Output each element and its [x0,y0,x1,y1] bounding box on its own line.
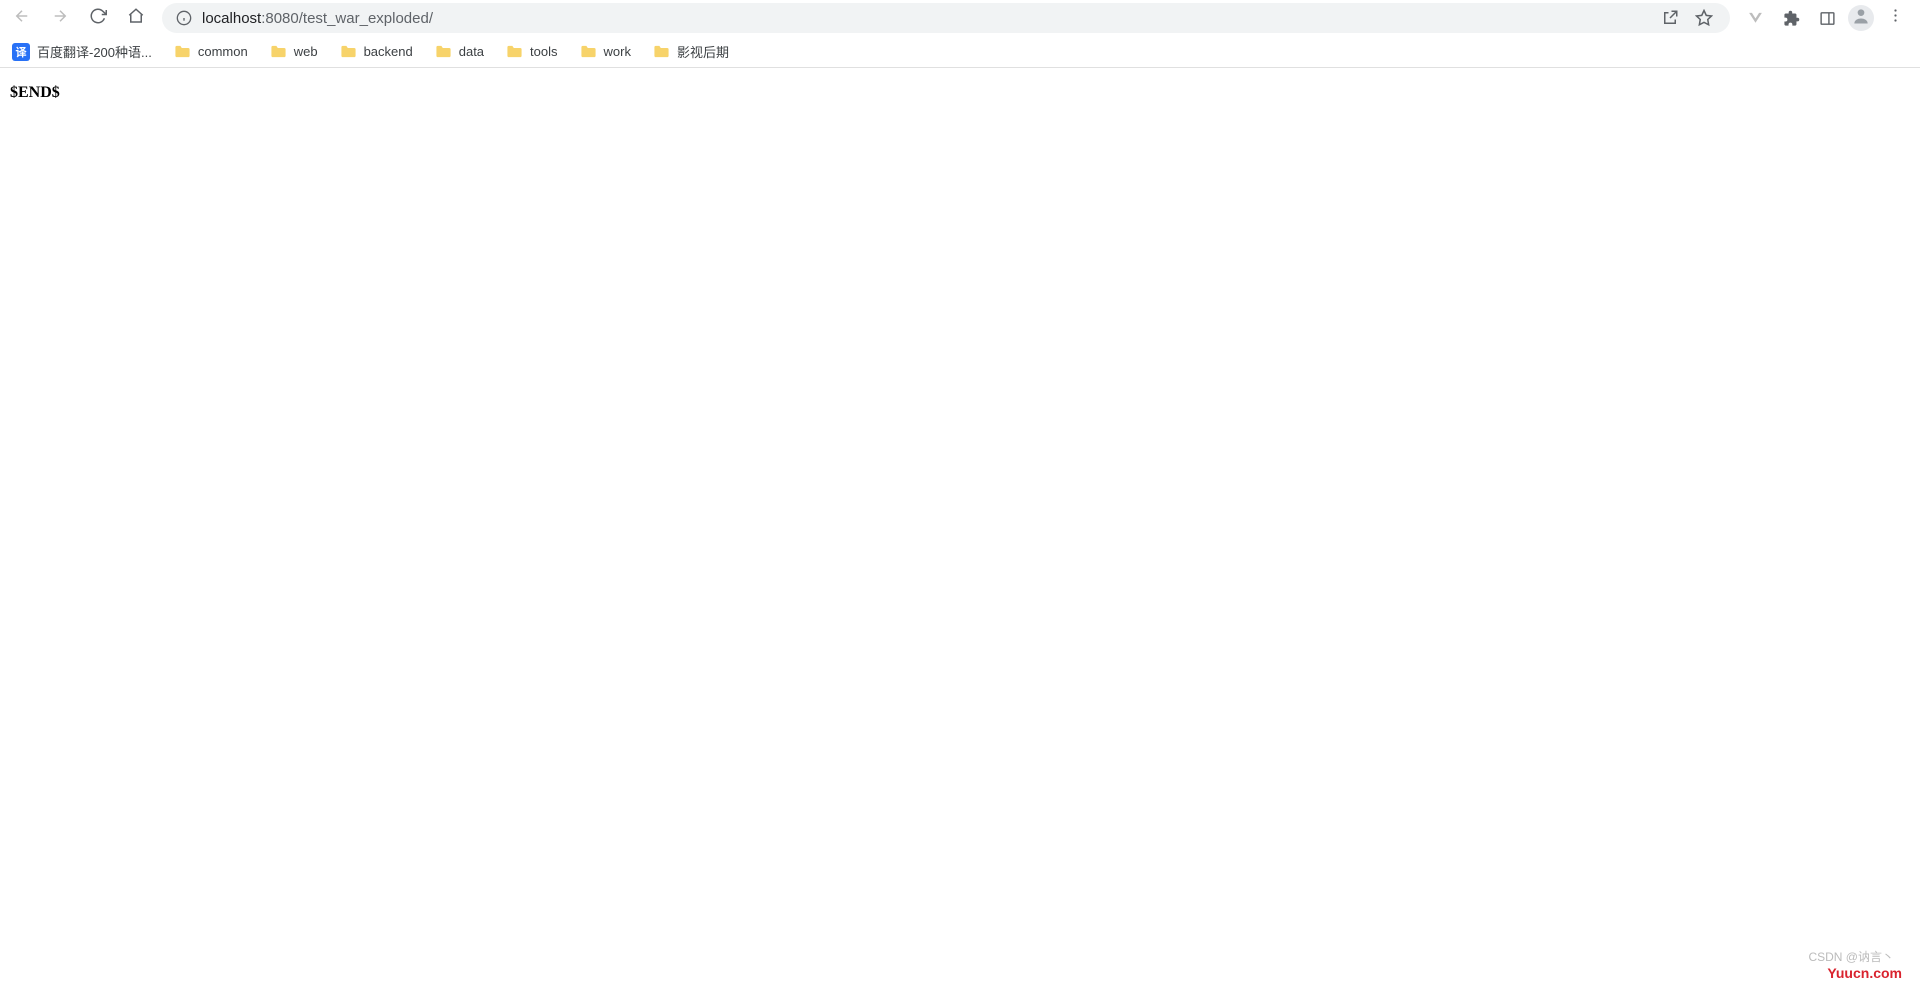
bookmark-star-icon[interactable] [1692,6,1716,30]
bookmark-label: data [459,44,484,59]
side-panel-icon[interactable] [1812,3,1842,33]
watermark-yuucn: Yuucn.com [1827,965,1902,981]
site-info-icon[interactable] [176,10,192,26]
profile-avatar[interactable] [1848,5,1874,31]
folder-icon [653,44,670,59]
bookmark-folder-media[interactable]: 影视后期 [649,39,733,64]
menu-button[interactable] [1880,3,1910,33]
reload-icon [89,7,107,30]
home-icon [127,7,145,30]
bookmark-folder-backend[interactable]: backend [336,41,417,62]
folder-icon [435,44,452,59]
arrow-right-icon [51,7,69,30]
toolbar-right [1740,3,1914,33]
folder-icon [580,44,597,59]
extension-v-icon[interactable] [1740,3,1770,33]
browser-chrome: localhost:8080/test_war_exploded/ [0,0,1920,68]
bookmark-folder-data[interactable]: data [431,41,488,62]
baidu-favicon-icon: 译 [12,43,30,61]
address-bar[interactable]: localhost:8080/test_war_exploded/ [162,3,1730,33]
reload-button[interactable] [82,2,114,34]
url-host: localhost [202,10,261,27]
watermark-csdn: CSDN @讷言丶 [1808,948,1894,965]
folder-icon [174,44,191,59]
person-icon [1851,6,1871,31]
bookmarks-bar: 译 百度翻译-200种语... common web backend dat [0,36,1920,68]
url-port: :8080 [261,10,299,27]
folder-icon [340,44,357,59]
home-button[interactable] [120,2,152,34]
bookmark-label: 影视后期 [677,42,729,61]
navigation-row: localhost:8080/test_war_exploded/ [0,0,1920,36]
folder-icon [506,44,523,59]
bookmark-folder-common[interactable]: common [170,41,252,62]
bookmark-folder-tools[interactable]: tools [502,41,561,62]
bookmark-label: backend [364,44,413,59]
kebab-menu-icon [1887,7,1904,29]
back-button[interactable] [6,2,38,34]
url-text: localhost:8080/test_war_exploded/ [202,10,1648,27]
bookmark-label: work [604,44,631,59]
forward-button[interactable] [44,2,76,34]
bookmark-label: web [294,44,318,59]
extensions-icon[interactable] [1776,3,1806,33]
bookmark-label: common [198,44,248,59]
bookmark-item-baidu-translate[interactable]: 译 百度翻译-200种语... [8,39,156,64]
bookmark-label: 百度翻译-200种语... [37,42,152,61]
url-path: /test_war_exploded/ [299,10,433,27]
share-icon[interactable] [1658,6,1682,30]
folder-icon [270,44,287,59]
arrow-left-icon [13,7,31,30]
bookmark-label: tools [530,44,557,59]
bookmark-folder-web[interactable]: web [266,41,322,62]
page-content: $END$ [0,68,1920,118]
page-body-text: $END$ [10,84,1910,102]
bookmark-folder-work[interactable]: work [576,41,635,62]
